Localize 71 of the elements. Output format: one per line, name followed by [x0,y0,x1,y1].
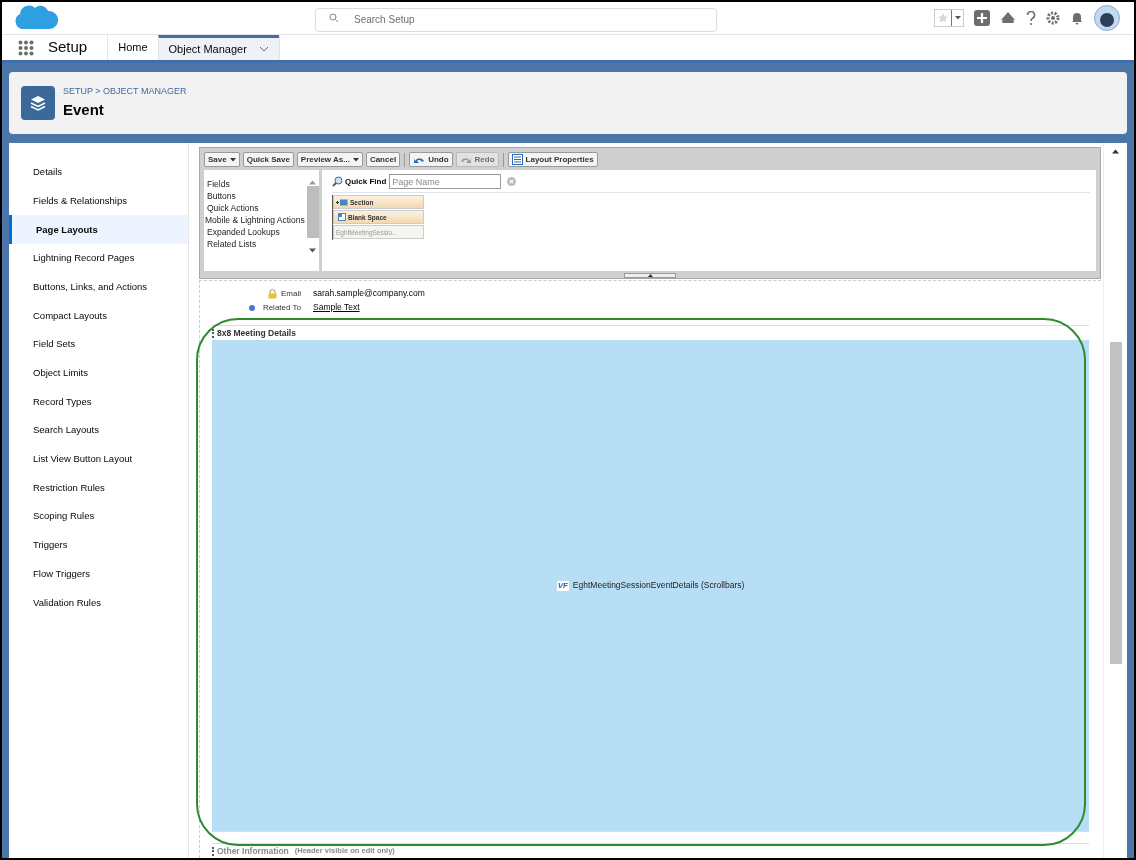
lock-icon [268,288,277,299]
avatar-icon[interactable] [1094,5,1120,31]
up-arrow-icon [1112,149,1119,154]
star-icon [938,13,948,23]
up-arrow-icon [309,179,316,185]
quick-find-label: Quick Find [345,175,387,188]
search-icon [332,176,343,188]
properties-icon [511,154,523,166]
plus-icon[interactable] [974,10,990,26]
toolbar-button[interactable]: Undo [409,152,453,168]
sidebar-item[interactable]: List View Button Layout [9,444,188,474]
toolbar-button[interactable]: Cancel [365,152,401,168]
visualforce-label: EghtMeetingSessionEventDetails (Scrollbars) [572,579,745,592]
toolbar-button[interactable]: Preview As... [296,152,363,168]
scrollbar-thumb[interactable] [1109,342,1122,664]
toolbar-button[interactable]: Layout Properties [507,152,598,168]
search-field[interactable]: Search Setup [315,7,717,32]
blank-space-icon [336,213,346,222]
page-title: Event [63,99,105,120]
help-icon[interactable] [1026,10,1036,26]
breadcrumb-link[interactable]: SETUP > OBJECT MANAGER [63,85,187,99]
sidebar-item[interactable]: Lightning Record Pages [9,244,188,273]
drag-handle-icon [212,846,214,856]
sidebar-item[interactable]: Restriction Rules [9,473,188,503]
palette-category[interactable]: Buttons [207,190,306,203]
palette-category[interactable]: Related Lists [207,238,306,251]
palette-category[interactable]: Fields [207,178,306,191]
collapse-handle[interactable] [624,273,676,278]
sidebar-item[interactable]: Scoping Rules [9,502,188,531]
object-icon [21,86,55,120]
visualforce-area[interactable]: VF EghtMeetingSessionEventDetails (Scrollbars) [212,340,1089,832]
sidebar-item[interactable]: Validation Rules [9,588,188,617]
favorites-button[interactable] [934,9,964,27]
field-label: Email [281,287,301,300]
field-value: sarah.sample@company.com [313,287,425,300]
palette-category[interactable]: Expanded Lookups [207,226,306,239]
scrollbar-thumb[interactable] [306,186,319,239]
sidebar-item[interactable]: Details [9,158,188,187]
section-icon [336,198,348,206]
visualforce-badge: VF [556,580,569,591]
sidebar-item[interactable]: Buttons, Links, and Actions [9,272,188,302]
sidebar-item[interactable]: Record Types [9,387,188,417]
sidebar-item[interactable]: Triggers [9,530,188,560]
toolbar-button[interactable]: Quick Save [242,152,294,168]
chevron-down-icon[interactable] [258,46,269,52]
nav-tab[interactable]: Home [107,35,158,60]
caret-icon [352,157,359,162]
sidebar-item[interactable]: Flow Triggers [9,559,188,589]
app-launcher-icon[interactable] [18,39,34,56]
search-icon [329,13,339,23]
toolbar-button[interactable]: Save [204,152,240,168]
sidebar-item[interactable]: Object Limits [9,358,188,388]
sidebar-item[interactable]: Search Layouts [9,416,188,445]
sidebar-item[interactable]: Field Sets [9,330,188,359]
sidebar-item[interactable]: Page Layouts [9,215,188,245]
caret-icon [229,157,236,162]
quick-find-field[interactable]: Page Name [389,174,502,190]
bell-icon[interactable] [1070,11,1084,25]
settings-icon[interactable] [1046,11,1060,25]
sidebar-item[interactable]: Compact Layouts [9,301,188,331]
down-arrow-icon [309,248,316,254]
app-name: Setup [48,37,88,58]
caret-icon [954,16,961,20]
palette-category[interactable]: Mobile & Lightning Actions [205,214,306,227]
nav-tab[interactable]: Object Manager [157,35,279,60]
trailhead-icon[interactable] [1000,11,1016,25]
field-label: Related To [262,301,301,314]
sidebar-item[interactable]: Fields & Relationships [9,186,188,216]
field-value[interactable]: Sample Text [313,301,360,314]
palette-category[interactable]: Quick Actions [207,202,306,215]
drag-handle-icon [212,328,214,338]
